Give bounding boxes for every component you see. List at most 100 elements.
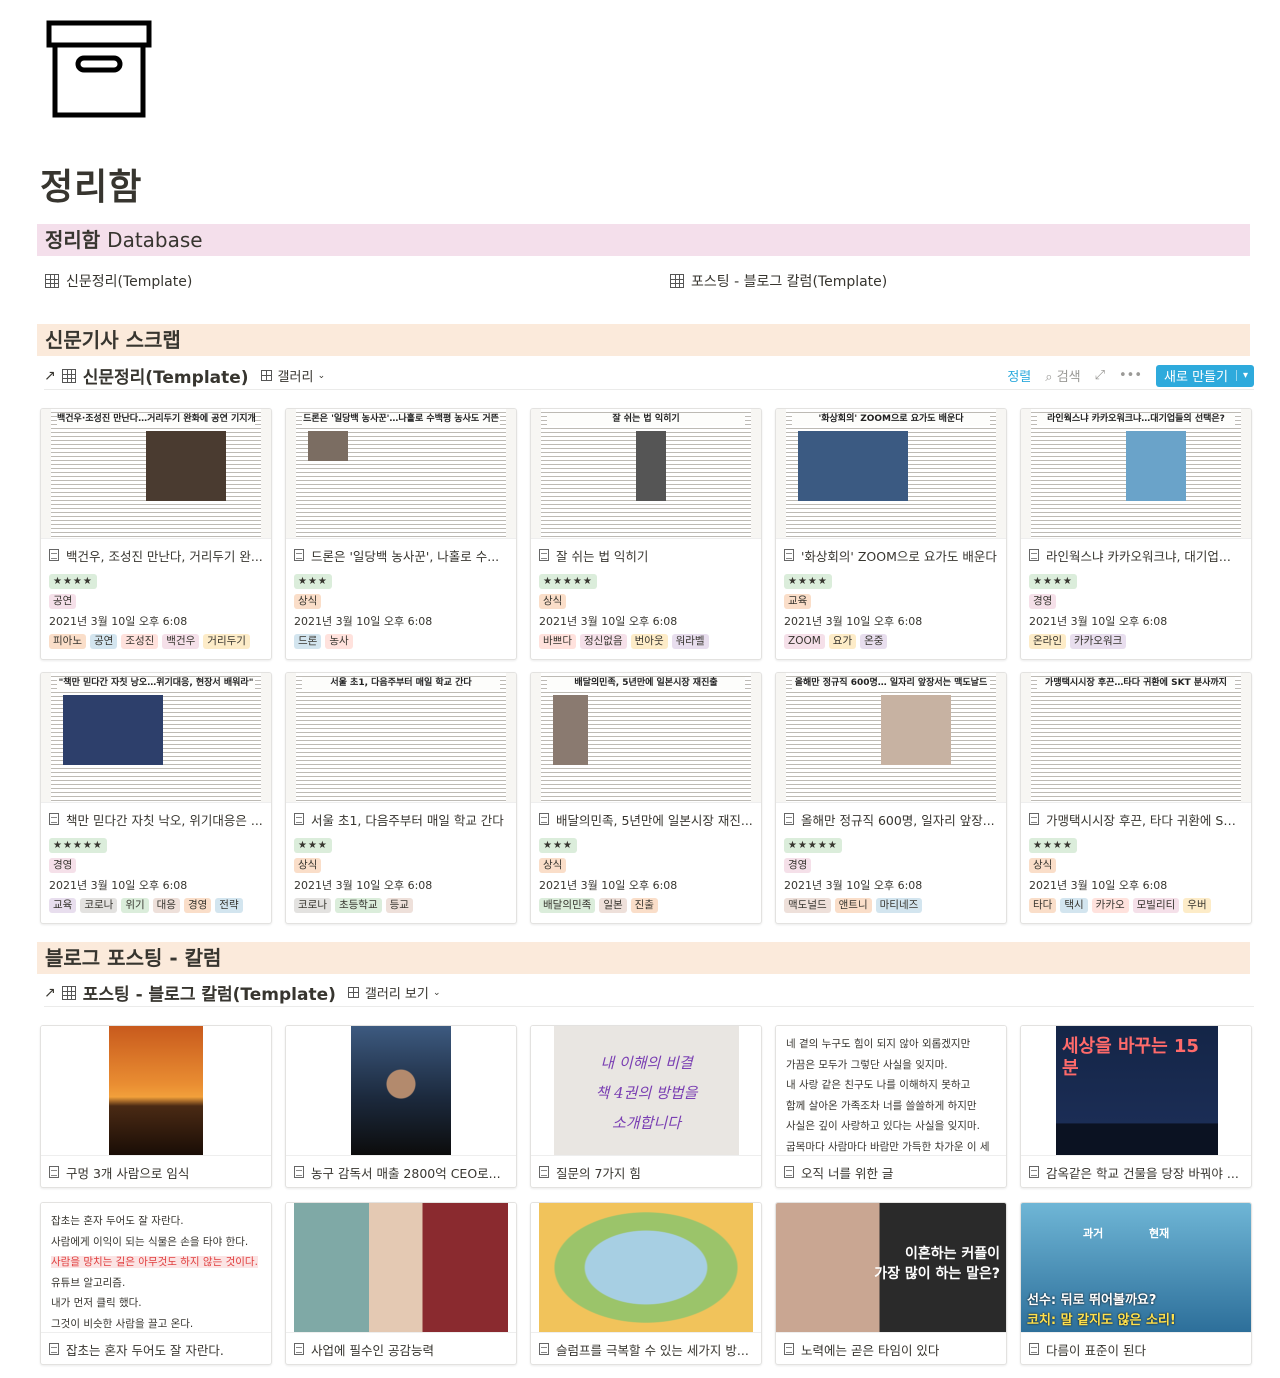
- talk-title: 세상을 바꾸는 15분: [1062, 1036, 1199, 1079]
- page-icon: [1029, 549, 1039, 561]
- link-arrow-icon[interactable]: ↗: [44, 368, 56, 384]
- category-tag: 상식: [294, 857, 322, 873]
- news-card[interactable]: 잘 쉬는 법 익히기 잘 쉬는 법 익히기 ★★★★★ 상식 2021년 3월 10일 …: [530, 408, 762, 660]
- news-db-header: ↗ 신문정리(Template) 갤러리 ⌄ 정렬 ⌕ 검색 ⤢ ••• 새로 …: [44, 362, 1254, 390]
- card-title[interactable]: 감옥같은 학교 건물을 당장 바꿔야 ...: [1021, 1156, 1251, 1187]
- card-title[interactable]: 책만 믿다간 자칫 낙오, 위기대응은 ...: [41, 803, 271, 835]
- blog-card[interactable]: 구멍 3개 사람으로 임식: [40, 1025, 272, 1188]
- card-title[interactable]: 서울 초1, 다음주부터 매일 학교 간다: [286, 803, 516, 835]
- card-title[interactable]: 잘 쉬는 법 익히기: [531, 539, 761, 571]
- card-title[interactable]: 배달의민족, 5년만에 일본시장 재진...: [531, 803, 761, 835]
- link-arrow-icon[interactable]: ↗: [44, 985, 56, 1001]
- rating-row: ★★★★★: [41, 835, 271, 855]
- text-preview-line: 그것이 비슷한 사람을 끌고 온다.: [51, 1317, 194, 1330]
- card-title[interactable]: 잡초는 혼자 두어도 잘 자란다.: [41, 1333, 271, 1364]
- blog-card[interactable]: 이혼하는 커플이 가장 많이 하는 말은? 노력에는 곧은 타임이 있다: [775, 1202, 1007, 1365]
- rating-stars: ★★★: [294, 573, 332, 589]
- card-title[interactable]: '화상회의' ZOOM으로 요가도 배운다: [776, 539, 1006, 571]
- page-title: 정리함: [40, 167, 143, 208]
- video-text: 선수: 뒤로 뛰어볼까요?: [1027, 1293, 1157, 1308]
- more-icon[interactable]: •••: [1119, 368, 1142, 383]
- keyword-tag: 진출: [630, 897, 658, 913]
- news-card[interactable]: 라인웍스냐 카카오워크냐…대기업들의 선택은? 라인웍스냐 카카오워크냐, 대기업…: [1020, 408, 1252, 660]
- card-title[interactable]: 백건우, 조성진 만난다, 거리두기 완...: [41, 539, 271, 571]
- chevron-down-icon: ⌄: [317, 370, 326, 381]
- blog-view-switch[interactable]: 갤러리 보기 ⌄: [347, 983, 441, 1002]
- newspaper-clipping: 가맹택시시장 후끈…타다 귀환에 SKT 분사까지: [1031, 673, 1241, 802]
- text-preview-line: 가끔은 모두가 그렇단 사실을 잊지마.: [786, 1058, 948, 1071]
- table-icon: [61, 368, 76, 383]
- link-blog-template[interactable]: 포스팅 - 블로그 칼럼(Template): [670, 271, 887, 291]
- card-title[interactable]: 사업에 필수인 공감능력: [286, 1333, 516, 1364]
- news-db-title[interactable]: 신문정리(Template): [83, 363, 249, 388]
- text-preview-line: 내 사랑 같은 친구도 나를 이해하지 못하고: [786, 1079, 971, 1091]
- blog-card[interactable]: 내 이해의 비결 책 4권의 방법을 소개합니다 질문의 7가지 힘: [530, 1025, 762, 1188]
- blog-card[interactable]: 세상을 바꾸는 15분감옥같은 학교 건물을 당장 바꿔야 ...: [1020, 1025, 1252, 1188]
- created-date: 2021년 3월 10일 오후 6:08: [294, 879, 433, 892]
- search-button[interactable]: ⌕ 검색: [1045, 366, 1080, 385]
- card-title[interactable]: 구멍 3개 사람으로 임식: [41, 1156, 271, 1187]
- news-card[interactable]: 드론은 '일당백 농사꾼'…나홀로 수백평 농사도 거뜬드론은 '일당백 농사꾼…: [285, 408, 517, 660]
- news-view-switch[interactable]: 갤러리 ⌄: [260, 366, 326, 385]
- newspaper-clipping: 백건우·조성진 만난다…거리두기 완화에 공연 기지개: [51, 409, 261, 538]
- news-card[interactable]: 백건우·조성진 만난다…거리두기 완화에 공연 기지개백건우, 조성진 만난다,…: [40, 408, 272, 660]
- news-card[interactable]: 올해만 정규직 600명… 일자리 앞장서는 맥도날드 올해만 정규직 600명,…: [775, 672, 1007, 924]
- card-title[interactable]: 가맹택시시장 후끈, 타다 귀환에 SK...: [1021, 803, 1251, 835]
- category-row: 상식: [531, 855, 761, 875]
- category-tag: 상식: [1029, 857, 1057, 873]
- blog-card[interactable]: 네 곁의 누구도 힘이 되지 않아 외롭겠지만 가끔은 모두가 그렇단 사실을 잊…: [775, 1025, 1007, 1188]
- card-title[interactable]: 오직 너를 위한 글: [776, 1156, 1006, 1187]
- clipping-headline: 가맹택시시장 후끈…타다 귀환에 SKT 분사까지: [1037, 677, 1235, 690]
- clipping-headline: 드론은 '일당백 농사꾼'…나홀로 수백평 농사도 거뜬: [302, 413, 500, 426]
- keyword-tag: 공연: [89, 633, 118, 649]
- newspaper-clipping: 라인웍스냐 카카오워크냐…대기업들의 선택은?: [1031, 409, 1241, 538]
- blog-thumbnail: 선수: 뒤로 뛰어볼까요? 코치: 말 같지도 않은 소리! 과거 현재: [1021, 1203, 1251, 1333]
- blog-card[interactable]: 슬럼프를 극복할 수 있는 세가지 방...: [530, 1202, 762, 1365]
- rating-stars: ★★★: [294, 837, 332, 853]
- card-title-text: 배달의민족, 5년만에 일본시장 재진...: [556, 812, 753, 828]
- blog-card[interactable]: 잡초는 혼자 두어도 잘 자란다. 사람에게 이익이 되는 식물은 손을 타야 한…: [40, 1202, 272, 1365]
- card-title[interactable]: 농구 감독서 매출 2800억 CEO로...: [286, 1156, 516, 1187]
- sports-label-now: 현재: [1149, 1227, 1170, 1240]
- date-row: 2021년 3월 10일 오후 6:08: [41, 611, 271, 631]
- clipping-headline: 백건우·조성진 만난다…거리두기 완화에 공연 기지개: [57, 413, 255, 426]
- card-title[interactable]: 다름이 표준이 된다: [1021, 1333, 1251, 1364]
- news-card[interactable]: 가맹택시시장 후끈…타다 귀환에 SKT 분사까지가맹택시시장 후끈, 타다 귀…: [1020, 672, 1252, 924]
- sort-button[interactable]: 정렬: [1007, 366, 1031, 385]
- card-title-text: 질문의 7가지 힘: [556, 1165, 641, 1181]
- page-icon: [539, 1343, 549, 1355]
- clipping-photo: [1126, 431, 1186, 501]
- created-date: 2021년 3월 10일 오후 6:08: [784, 879, 923, 892]
- category-row: 경영: [41, 855, 271, 875]
- video-text: 가장 많이 하는 말은?: [874, 1266, 1000, 1282]
- blog-card[interactable]: 선수: 뒤로 뛰어볼까요? 코치: 말 같지도 않은 소리! 과거 현재 다름이 표준이…: [1020, 1202, 1252, 1365]
- text-preview-line: 굽목마다 사람마다 바람만 가득한 차가운 이 세: [786, 1140, 990, 1153]
- blog-thumbnail: 세상을 바꾸는 15분: [1021, 1026, 1251, 1156]
- new-button[interactable]: 새로 만들기 ▾: [1156, 364, 1254, 387]
- link-news-template[interactable]: 신문정리(Template): [45, 271, 192, 291]
- article-thumbnail: 배달의민족, 5년만에 일본시장 재진출: [531, 673, 761, 803]
- expand-icon[interactable]: ⤢: [1095, 368, 1105, 383]
- card-title[interactable]: 슬럼프를 극복할 수 있는 세가지 방...: [531, 1333, 761, 1364]
- keyword-tag: 코로나: [80, 897, 118, 913]
- card-title[interactable]: 드론은 '일당백 농사꾼', 나홀로 수...: [286, 539, 516, 571]
- news-card[interactable]: '화상회의' ZOOM으로 요가도 배운다 '화상회의' ZOOM으로 요가도 배…: [775, 408, 1007, 660]
- news-card[interactable]: 서울 초1, 다음주부터 매일 학교 간다 서울 초1, 다음주부터 매일 학교 …: [285, 672, 517, 924]
- card-title[interactable]: 라인웍스냐 카카오워크냐, 대기업...: [1021, 539, 1251, 571]
- blog-thumbnail: [531, 1203, 761, 1333]
- category-tag: 상식: [539, 593, 567, 609]
- card-title[interactable]: 노력에는 곧은 타임이 있다: [776, 1333, 1006, 1364]
- card-title[interactable]: 올해만 정규직 600명, 일자리 앞장...: [776, 803, 1006, 835]
- blog-db-title[interactable]: 포스팅 - 블로그 칼럼(Template): [83, 980, 336, 1005]
- blog-card[interactable]: 농구 감독서 매출 2800억 CEO로...: [285, 1025, 517, 1188]
- clipping-photo: [63, 695, 163, 765]
- page-icon: [294, 549, 304, 561]
- news-card[interactable]: 배달의민족, 5년만에 일본시장 재진출배달의민족, 5년만에 일본시장 재진.…: [530, 672, 762, 924]
- category-tag: 상식: [539, 857, 567, 873]
- keyword-tag: 택시: [1060, 897, 1088, 913]
- news-card[interactable]: "책만 믿다간 자칫 낭오…위기대응, 현장서 배워라" 책만 믿다간 자칫 낙오…: [40, 672, 272, 924]
- blog-card[interactable]: 사업에 필수인 공감능력: [285, 1202, 517, 1365]
- rating-row: ★★★: [286, 571, 516, 591]
- blog-thumbnail: [286, 1026, 516, 1156]
- card-title[interactable]: 질문의 7가지 힘: [531, 1156, 761, 1187]
